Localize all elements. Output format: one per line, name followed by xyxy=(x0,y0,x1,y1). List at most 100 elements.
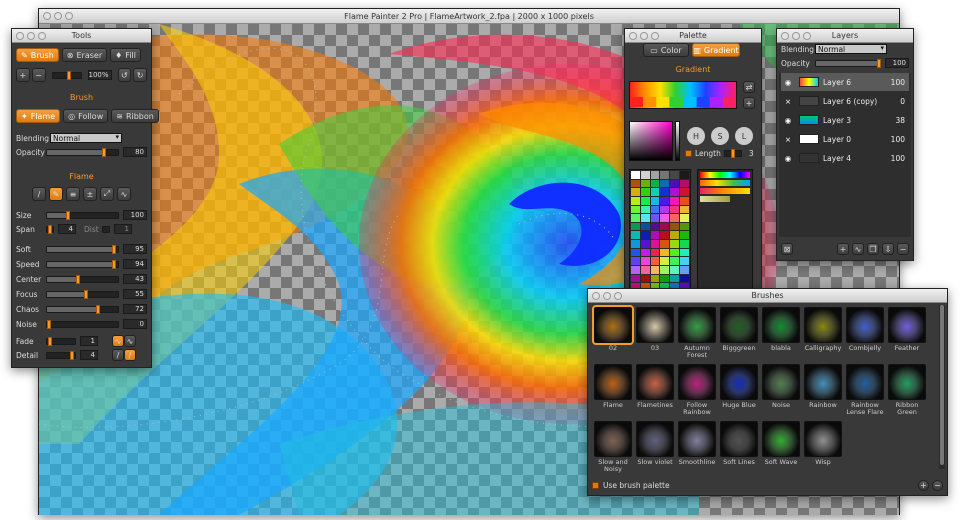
hue-knob[interactable]: H xyxy=(687,127,705,145)
remove-layer-icon[interactable]: − xyxy=(897,243,909,255)
color-swatch[interactable] xyxy=(631,214,640,222)
dist-value[interactable]: 1 xyxy=(114,224,132,234)
minimize-icon[interactable] xyxy=(603,292,611,300)
color-swatch[interactable] xyxy=(640,214,650,222)
color-picker[interactable] xyxy=(629,121,673,161)
speed-slider[interactable] xyxy=(46,259,119,269)
color-swatch[interactable] xyxy=(631,274,640,283)
color-swatch[interactable] xyxy=(660,188,670,196)
color-swatch[interactable] xyxy=(640,179,650,188)
color-swatch[interactable] xyxy=(670,222,680,231)
color-swatch[interactable] xyxy=(650,266,660,274)
color-swatch[interactable] xyxy=(680,205,689,214)
duplicate-layer-icon[interactable]: ❐ xyxy=(867,243,879,255)
close-icon[interactable] xyxy=(781,32,789,40)
opacity-slider[interactable] xyxy=(46,147,119,157)
scrollbar-thumb[interactable] xyxy=(940,305,944,465)
minimize-icon[interactable] xyxy=(640,32,648,40)
use-brush-palette-checkbox[interactable] xyxy=(592,482,599,489)
brush-item[interactable]: Slow violet xyxy=(636,421,674,466)
color-swatch[interactable] xyxy=(631,188,640,196)
brush-item[interactable]: Soft Wave xyxy=(762,421,800,466)
color-swatch[interactable] xyxy=(650,205,660,214)
color-swatch[interactable] xyxy=(650,248,660,257)
soft-value[interactable]: 95 xyxy=(123,244,147,254)
color-swatch[interactable] xyxy=(670,196,680,205)
color-swatch[interactable] xyxy=(650,196,660,205)
gradient-swatch[interactable] xyxy=(700,188,750,194)
new-layer-icon[interactable]: + xyxy=(837,243,849,255)
color-swatch[interactable] xyxy=(680,196,689,205)
add-brush-icon[interactable]: + xyxy=(918,480,929,491)
size-slider[interactable] xyxy=(46,210,119,220)
focus-slider[interactable] xyxy=(46,289,119,299)
eraser-tool-button[interactable]: ⊗ Eraser xyxy=(61,48,108,62)
minimize-icon[interactable] xyxy=(54,12,62,20)
color-swatch[interactable] xyxy=(660,222,670,231)
line-active-icon[interactable]: / xyxy=(124,349,136,361)
color-swatch[interactable] xyxy=(660,248,670,257)
layer-item[interactable]: ⨯ Layer 0 100 xyxy=(781,130,909,148)
detail-value[interactable]: 4 xyxy=(80,350,98,360)
zoom-icon[interactable] xyxy=(38,32,46,40)
eye-icon[interactable]: ◉ xyxy=(781,154,795,163)
zoom-icon[interactable] xyxy=(614,292,622,300)
color-swatch[interactable] xyxy=(680,248,689,257)
brush-item[interactable]: Wisp xyxy=(804,421,842,466)
color-swatch[interactable] xyxy=(670,188,680,196)
gradient-list[interactable] xyxy=(697,169,753,293)
color-swatch[interactable] xyxy=(640,222,650,231)
color-swatch[interactable] xyxy=(631,222,640,231)
add-icon[interactable]: + xyxy=(743,97,755,109)
zoom-icon[interactable] xyxy=(651,32,659,40)
delete-layer-icon[interactable]: ⊠ xyxy=(781,243,793,255)
color-swatch[interactable] xyxy=(660,266,670,274)
brush-item[interactable]: Combjelly xyxy=(846,307,884,352)
color-swatch[interactable] xyxy=(680,171,689,179)
color-swatch[interactable] xyxy=(650,257,660,266)
color-swatch[interactable] xyxy=(640,257,650,266)
color-swatch[interactable] xyxy=(631,248,640,257)
color-swatch[interactable] xyxy=(631,171,640,179)
zoom-out-icon[interactable]: − xyxy=(31,68,46,82)
brush-item[interactable]: Bigggreen xyxy=(720,307,758,352)
wave-on-icon[interactable]: ∿ xyxy=(112,335,124,347)
color-swatch[interactable] xyxy=(640,274,650,283)
wave-layer-icon[interactable]: ∿ xyxy=(852,243,864,255)
color-swatch[interactable] xyxy=(670,231,680,240)
color-swatch[interactable] xyxy=(631,257,640,266)
brush-item[interactable]: Flametines xyxy=(636,364,674,409)
brightness-strip[interactable] xyxy=(675,121,680,161)
brush-item[interactable]: Rainbow xyxy=(804,364,842,409)
brush-scrollbar[interactable] xyxy=(939,305,945,469)
color-swatch[interactable] xyxy=(640,231,650,240)
color-swatch[interactable] xyxy=(650,222,660,231)
color-swatch[interactable] xyxy=(640,205,650,214)
layer-opacity-value[interactable]: 100 xyxy=(885,58,909,68)
brush-item[interactable]: Rainbow Lense Flare xyxy=(846,364,884,416)
brush-item[interactable]: blabla xyxy=(762,307,800,352)
color-swatch[interactable] xyxy=(640,266,650,274)
zoom-value[interactable]: 100% xyxy=(87,70,112,80)
color-swatch[interactable] xyxy=(680,179,689,188)
color-swatch[interactable] xyxy=(631,266,640,274)
color-swatch[interactable] xyxy=(650,179,660,188)
chaos-value[interactable]: 72 xyxy=(123,304,147,314)
color-swatch[interactable] xyxy=(660,179,670,188)
brush-item[interactable]: Flame xyxy=(594,364,632,409)
layer-item[interactable]: ◉ Layer 4 100 xyxy=(781,149,909,167)
noise-value[interactable]: 0 xyxy=(123,319,147,329)
close-icon[interactable] xyxy=(592,292,600,300)
fill-tool-button[interactable]: ♦ Fill xyxy=(110,48,141,62)
rotate-left-icon[interactable]: ↺ xyxy=(117,68,132,82)
span-value[interactable]: 4 xyxy=(58,224,76,234)
close-icon[interactable] xyxy=(629,32,637,40)
color-swatch[interactable] xyxy=(631,231,640,240)
center-slider[interactable] xyxy=(46,274,119,284)
close-icon[interactable] xyxy=(43,12,51,20)
focus-value[interactable]: 55 xyxy=(123,289,147,299)
color-swatch[interactable] xyxy=(680,240,689,248)
remove-brush-icon[interactable]: − xyxy=(932,480,943,491)
color-swatch[interactable] xyxy=(680,231,689,240)
brush-item[interactable]: 02 xyxy=(592,305,634,352)
